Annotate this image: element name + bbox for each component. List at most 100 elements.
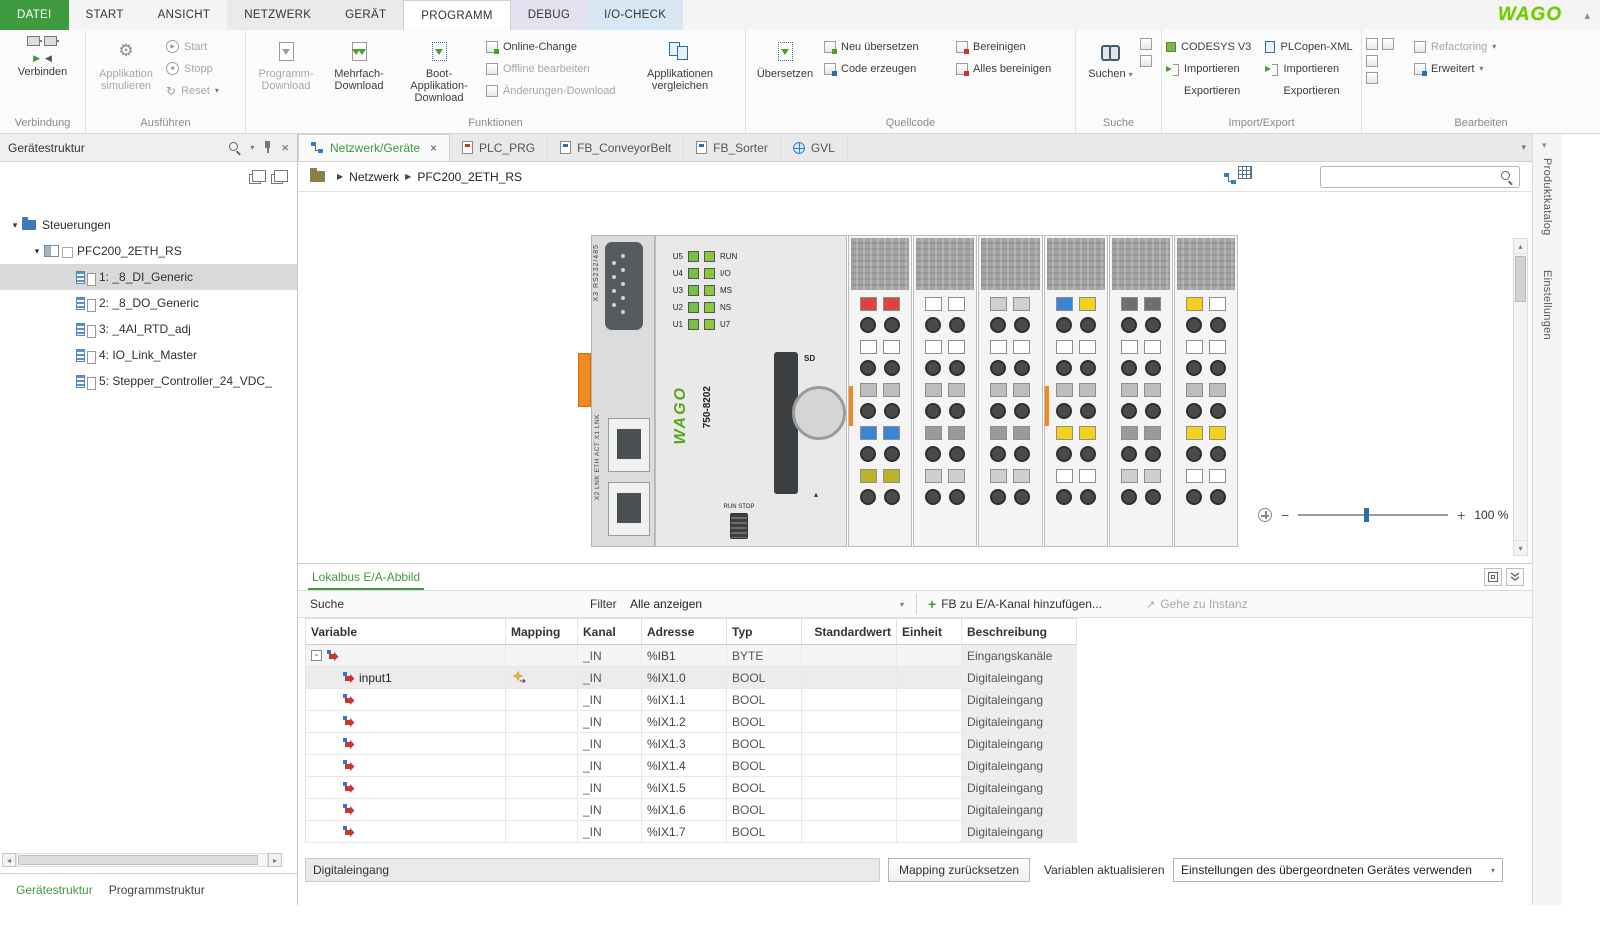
edit-icon-1[interactable] — [1366, 38, 1378, 50]
tree-item-3-4ai-rtd-adj[interactable]: 3: _4AI_RTD_adj — [0, 316, 297, 342]
doc-tab-netzwerk-ger-te[interactable]: Netzwerk/Geräte× — [298, 134, 450, 161]
search-next-icon[interactable] — [1140, 38, 1152, 50]
io-table-row[interactable]: -_IN%IB1BYTEEingangskanäle — [306, 645, 1077, 667]
edit-icon-4[interactable] — [1366, 72, 1378, 84]
mapping-cell[interactable] — [506, 777, 578, 798]
update-variables-button[interactable]: Variablen aktualisieren — [1034, 858, 1175, 882]
variable-cell[interactable] — [306, 755, 506, 776]
tab-lokalbus-ea-abbild[interactable]: Lokalbus E/A-Abbild — [308, 567, 424, 590]
stop-button[interactable]: ■Stopp — [166, 60, 219, 77]
menu-tab-start[interactable]: START — [69, 0, 141, 30]
build-button[interactable]: Übersetzen — [750, 35, 820, 81]
advanced-button[interactable]: Erweitert▾ — [1414, 60, 1496, 77]
scroll-down-icon[interactable]: ▾ — [1514, 540, 1527, 555]
search-button[interactable]: Suchen ▾ — [1085, 35, 1135, 82]
variable-cell[interactable] — [306, 733, 506, 754]
breadcrumb-current[interactable]: PFC200_2ETH_RS — [417, 170, 522, 184]
online-change-button[interactable]: Online-Change — [486, 38, 632, 55]
tree-item-steuerungen[interactable]: ▾Steuerungen — [0, 212, 297, 238]
collapse-panel-button[interactable] — [1506, 568, 1524, 586]
tree-item-2-8-do-generic[interactable]: 2: _8_DO_Generic — [0, 290, 297, 316]
program-download-button[interactable]: Programm-Download — [250, 35, 322, 93]
goto-instance-button[interactable]: ↗Gehe zu Instanz — [1146, 591, 1248, 617]
variable-cell[interactable] — [306, 777, 506, 798]
search-prev-icon[interactable] — [1140, 55, 1152, 67]
variable-cell[interactable] — [306, 821, 506, 842]
close-tab-icon[interactable]: × — [430, 141, 437, 155]
io-table-row[interactable]: _IN%IX1.2BOOLDigitaleingang — [306, 711, 1077, 733]
variable-cell[interactable] — [306, 799, 506, 820]
network-canvas[interactable]: X3 RS232/485 X2 LNK ETH ACT X1 LNK U5RUN… — [298, 192, 1532, 563]
changes-download-button[interactable]: Änderungen-Download — [486, 82, 632, 99]
search-icon[interactable] — [229, 142, 241, 154]
edit-icon-2[interactable] — [1382, 38, 1394, 50]
menu-tab-datei[interactable]: DATEI — [0, 0, 69, 30]
scroll-right-icon[interactable]: ▸ — [268, 853, 282, 867]
refactoring-button[interactable]: Refactoring▾ — [1414, 38, 1496, 55]
mapping-cell[interactable] — [506, 711, 578, 732]
vertical-scrollbar[interactable]: ▴ ▾ — [1513, 238, 1528, 556]
tree-item-1-8-di-generic[interactable]: 1: _8_DI_Generic — [0, 264, 297, 290]
mapping-cell[interactable] — [506, 645, 578, 666]
chevron-down-icon[interactable]: ▾ — [1542, 140, 1547, 151]
io-table-row[interactable]: input1_IN%IX1.0BOOLDigitaleingang — [306, 667, 1077, 689]
pan-zoom-icon[interactable] — [1258, 508, 1272, 522]
settings-dropdown[interactable]: Einstellungen des übergeordneten Gerätes… — [1173, 858, 1503, 882]
variable-cell[interactable]: - — [306, 645, 506, 666]
column-header-adresse[interactable]: Adresse — [642, 619, 727, 644]
tab-einstellungen[interactable]: Einstellungen — [1541, 270, 1553, 340]
menu-tab-i-o-check[interactable]: I/O-CHECK — [587, 0, 683, 30]
compare-applications-button[interactable]: Applikationen vergleichen — [636, 35, 724, 93]
horizontal-scrollbar[interactable]: ◂ ▸ — [2, 853, 282, 867]
expand-windows-icon[interactable] — [249, 174, 261, 184]
add-fb-button[interactable]: +FB zu E/A-Kanal hinzufügen... — [928, 591, 1102, 617]
plcopen-import-button[interactable]: Importieren — [1265, 60, 1357, 77]
multi-download-button[interactable]: Mehrfach-Download — [326, 35, 392, 93]
reset-mapping-button[interactable]: Mapping zurücksetzen — [888, 858, 1030, 882]
clean-all-button[interactable]: Alles bereinigen — [956, 60, 1066, 77]
column-header-typ[interactable]: Typ — [727, 619, 802, 644]
table-view-icon[interactable] — [1238, 166, 1252, 179]
scrollbar-thumb[interactable] — [1515, 256, 1526, 302]
clean-button[interactable]: Bereinigen — [956, 38, 1066, 55]
variable-cell[interactable] — [306, 711, 506, 732]
codesys-import-button[interactable]: Importieren — [1166, 60, 1261, 77]
breadcrumb-root[interactable]: Netzwerk — [349, 170, 399, 184]
io-table-row[interactable]: _IN%IX1.3BOOLDigitaleingang — [306, 733, 1077, 755]
tree-item-pfc200-2eth-rs[interactable]: ▾PFC200_2ETH_RS — [0, 238, 297, 264]
tab-overflow-icon[interactable]: ▾ — [1521, 142, 1526, 153]
rebuild-button[interactable]: Neu übersetzen — [824, 38, 952, 55]
filter-dropdown[interactable]: Alle anzeigen▾ — [630, 591, 910, 617]
doc-tab-gvl[interactable]: GVL — [781, 134, 848, 161]
start-button[interactable]: ▶Start — [166, 38, 219, 55]
mapping-cell[interactable] — [506, 667, 578, 688]
doc-tab-plc-prg[interactable]: PLC_PRG — [450, 134, 548, 161]
expander-icon[interactable]: ▾ — [30, 246, 44, 257]
scroll-up-icon[interactable]: ▴ — [1514, 239, 1527, 254]
menu-tab-ger-t[interactable]: GERÄT — [328, 0, 403, 30]
scrollbar-thumb[interactable] — [18, 855, 258, 865]
column-header-kanal[interactable]: Kanal — [578, 619, 642, 644]
generate-code-button[interactable]: Code erzeugen — [824, 60, 952, 77]
column-header-standardwert[interactable]: Standardwert — [802, 619, 897, 644]
menu-tab-debug[interactable]: DEBUG — [511, 0, 587, 30]
column-header-variable[interactable]: Variable — [306, 619, 506, 644]
menu-tab-ansicht[interactable]: ANSICHT — [141, 0, 228, 30]
search-input[interactable] — [1320, 166, 1520, 188]
mapping-cell[interactable] — [506, 821, 578, 842]
simulate-application-button[interactable]: ⚙ Applikation simulieren — [90, 35, 162, 93]
zoom-in-button[interactable]: + — [1457, 507, 1465, 523]
maximize-panel-button[interactable] — [1484, 568, 1502, 586]
doc-tab-fb-conveyorbelt[interactable]: FB_ConveyorBelt — [548, 134, 684, 161]
scroll-left-icon[interactable]: ◂ — [2, 853, 16, 867]
mapping-cell[interactable] — [506, 755, 578, 776]
mapping-cell[interactable] — [506, 733, 578, 754]
variable-cell[interactable]: input1 — [306, 667, 506, 688]
variable-cell[interactable] — [306, 689, 506, 710]
menu-tab-programm[interactable]: PROGRAMM — [403, 0, 510, 30]
tab-produktkatalog[interactable]: Produktkatalog — [1541, 158, 1553, 236]
pin-icon[interactable] — [263, 141, 272, 154]
tab-programmstruktur[interactable]: Programmstruktur — [103, 879, 211, 901]
connect-button[interactable]: ▶◀ Verbinden — [15, 35, 71, 79]
io-table-row[interactable]: _IN%IX1.6BOOLDigitaleingang — [306, 799, 1077, 821]
